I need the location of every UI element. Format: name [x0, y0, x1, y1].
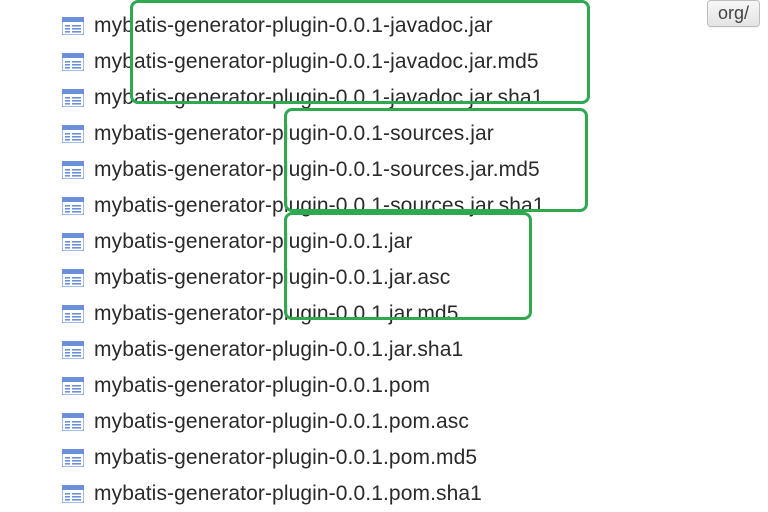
file-row[interactable]: mybatis-generator-plugin-0.0.1.jar.md5: [62, 296, 768, 332]
file-row[interactable]: mybatis-generator-plugin-0.0.1.jar: [62, 224, 768, 260]
file-name: mybatis-generator-plugin-0.0.1-sources.j…: [94, 122, 494, 146]
file-name: mybatis-generator-plugin-0.0.1.jar.sha1: [94, 338, 463, 362]
file-name: mybatis-generator-plugin-0.0.1.pom.asc: [94, 410, 469, 434]
file-row[interactable]: mybatis-generator-plugin-0.0.1-sources.j…: [62, 116, 768, 152]
file-row[interactable]: mybatis-generator-plugin-0.0.1.pom.sha1: [62, 476, 768, 512]
file-row[interactable]: mybatis-generator-plugin-0.0.1-javadoc.j…: [62, 8, 768, 44]
file-icon: [62, 89, 84, 107]
file-icon: [62, 197, 84, 215]
org-path-button[interactable]: org/: [707, 0, 760, 27]
file-icon: [62, 377, 84, 395]
file-icon: [62, 449, 84, 467]
file-name: mybatis-generator-plugin-0.0.1-javadoc.j…: [94, 50, 539, 74]
file-row[interactable]: mybatis-generator-plugin-0.0.1-sources.j…: [62, 152, 768, 188]
file-icon: [62, 17, 84, 35]
file-icon: [62, 305, 84, 323]
file-name: mybatis-generator-plugin-0.0.1.jar: [94, 230, 413, 254]
file-row[interactable]: mybatis-generator-plugin-0.0.1.jar.sha1: [62, 332, 768, 368]
file-name: mybatis-generator-plugin-0.0.1-sources.j…: [94, 194, 545, 218]
file-name: mybatis-generator-plugin-0.0.1.pom: [94, 374, 430, 398]
file-row[interactable]: mybatis-generator-plugin-0.0.1.pom: [62, 368, 768, 404]
file-icon: [62, 485, 84, 503]
file-row[interactable]: mybatis-generator-plugin-0.0.1-javadoc.j…: [62, 44, 768, 80]
file-icon: [62, 269, 84, 287]
file-icon: [62, 341, 84, 359]
file-name: mybatis-generator-plugin-0.0.1.pom.sha1: [94, 482, 482, 506]
file-name: mybatis-generator-plugin-0.0.1.pom.md5: [94, 446, 477, 470]
file-icon: [62, 233, 84, 251]
file-name: mybatis-generator-plugin-0.0.1.jar.asc: [94, 266, 450, 290]
file-row[interactable]: mybatis-generator-plugin-0.0.1.jar.asc: [62, 260, 768, 296]
file-icon: [62, 413, 84, 431]
file-row[interactable]: mybatis-generator-plugin-0.0.1-javadoc.j…: [62, 80, 768, 116]
file-icon: [62, 125, 84, 143]
repository-file-list: mybatis-generator-plugin-0.0.1-javadoc.j…: [0, 0, 768, 512]
file-name: mybatis-generator-plugin-0.0.1-sources.j…: [94, 158, 540, 182]
file-name: mybatis-generator-plugin-0.0.1-javadoc.j…: [94, 14, 493, 38]
file-row[interactable]: mybatis-generator-plugin-0.0.1-sources.j…: [62, 188, 768, 224]
file-name: mybatis-generator-plugin-0.0.1-javadoc.j…: [94, 86, 543, 110]
file-name: mybatis-generator-plugin-0.0.1.jar.md5: [94, 302, 458, 326]
file-row[interactable]: mybatis-generator-plugin-0.0.1.pom.md5: [62, 440, 768, 476]
file-row[interactable]: mybatis-generator-plugin-0.0.1.pom.asc: [62, 404, 768, 440]
file-icon: [62, 161, 84, 179]
file-icon: [62, 53, 84, 71]
